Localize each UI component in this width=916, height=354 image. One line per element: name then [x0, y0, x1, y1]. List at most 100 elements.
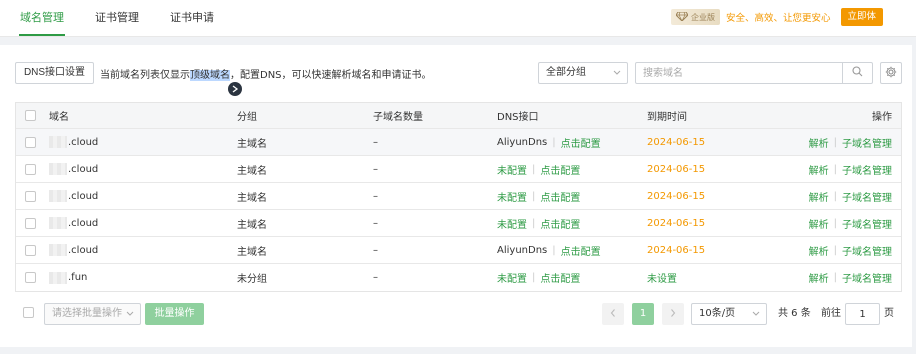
- configure-dns-link[interactable]: 点击配置: [561, 135, 601, 150]
- subdomain-count-cell: –: [373, 272, 378, 283]
- configure-dns-link[interactable]: 点击配置: [561, 243, 601, 258]
- batch-action-button[interactable]: 批量操作: [145, 303, 204, 325]
- dns-cell: 未配置 | 点击配置: [497, 210, 580, 236]
- dns-status: AliyunDns: [497, 244, 548, 256]
- separator: |: [552, 244, 556, 256]
- row-checkbox[interactable]: [25, 272, 36, 283]
- actions-cell: 解析 | 子域名管理: [809, 183, 892, 209]
- row-checkbox-cell: [25, 156, 36, 182]
- tab-certificate-management[interactable]: 证书管理: [94, 0, 140, 36]
- configure-dns-link[interactable]: 点击配置: [540, 216, 580, 231]
- table-row: .cloud 主域名 – 未配置 | 点击配置 2024-06-15 解析 | 子域名管理: [16, 210, 901, 237]
- expiry-cell: 2024-06-15: [647, 244, 706, 256]
- actions-cell: 解析 | 子域名管理: [809, 129, 892, 155]
- separator: |: [532, 272, 536, 283]
- masked-domain-prefix: [49, 271, 67, 284]
- configure-dns-link[interactable]: 点击配置: [540, 162, 580, 177]
- footer-select-all-checkbox[interactable]: [23, 307, 34, 318]
- dns-settings-button[interactable]: DNS接口设置: [15, 62, 94, 84]
- chevron-right-icon: [669, 308, 677, 321]
- header-expiry: 到期时间: [647, 112, 687, 123]
- row-checkbox[interactable]: [25, 190, 36, 202]
- group-filter-value: 全部分组: [546, 67, 586, 78]
- group-filter-select[interactable]: 全部分组: [538, 62, 628, 84]
- configure-dns-link[interactable]: 点击配置: [540, 270, 580, 285]
- configure-dns-link[interactable]: 点击配置: [540, 189, 580, 204]
- masked-domain-prefix: [49, 163, 67, 175]
- page-number-current[interactable]: 1: [632, 303, 654, 325]
- separator: |: [833, 190, 837, 202]
- table-header-row: 域名 分组 子域名数量 DNS接口 到期时间 操作: [16, 103, 901, 129]
- goto-label: 前往: [821, 308, 841, 319]
- page-size-select[interactable]: 10条/页: [691, 303, 767, 325]
- resolve-link[interactable]: 解析: [809, 270, 829, 285]
- search-button[interactable]: [842, 63, 872, 83]
- domain-name: .cloud: [68, 163, 99, 175]
- select-all-checkbox[interactable]: [25, 110, 36, 121]
- buy-now-button[interactable]: 立即体: [840, 8, 884, 26]
- page-unit: 页: [884, 308, 894, 319]
- domain-cell: .cloud: [49, 210, 98, 236]
- batch-action-placeholder: 请选择批量操作: [52, 308, 122, 319]
- row-checkbox[interactable]: [25, 244, 36, 256]
- batch-action-select[interactable]: 请选择批量操作: [44, 303, 141, 325]
- header-domain: 域名: [49, 112, 69, 123]
- dns-cell: 未配置 | 点击配置: [497, 183, 580, 209]
- group-cell: 主域名: [237, 246, 267, 258]
- actions-cell: 解析 | 子域名管理: [809, 156, 892, 182]
- dns-cell: 未配置 | 点击配置: [497, 264, 580, 291]
- settings-button[interactable]: [880, 62, 902, 84]
- subdomain-management-link[interactable]: 子域名管理: [842, 135, 892, 150]
- subdomain-management-link[interactable]: 子域名管理: [842, 216, 892, 231]
- domain-cell: .fun: [49, 264, 87, 291]
- group-cell: 未分组: [237, 274, 267, 285]
- row-checkbox[interactable]: [25, 217, 36, 229]
- masked-domain-prefix: [49, 244, 67, 256]
- dns-cell: AliyunDns | 点击配置: [497, 129, 601, 155]
- goto-page-input[interactable]: [845, 303, 880, 325]
- header-group: 分组: [237, 112, 257, 123]
- chevron-left-icon: [609, 308, 617, 321]
- page-size-value: 10条/页: [699, 308, 736, 319]
- tab-domain-management[interactable]: 域名管理: [19, 0, 65, 36]
- subdomain-count-cell: –: [373, 244, 378, 256]
- actions-cell: 解析 | 子域名管理: [809, 210, 892, 236]
- resolve-link[interactable]: 解析: [809, 162, 829, 177]
- prev-page-button[interactable]: [602, 303, 624, 325]
- separator: |: [532, 217, 536, 229]
- domain-name: .cloud: [68, 217, 99, 229]
- row-checkbox[interactable]: [25, 136, 36, 148]
- promo-banner: 企业版 安全、高效、让您更安心 立即体: [671, 8, 884, 26]
- resolve-link[interactable]: 解析: [809, 135, 829, 150]
- table-row: .fun 未分组 – 未配置 | 点击配置 未设置 解析 | 子域名管理: [16, 264, 901, 291]
- dns-cell: AliyunDns | 点击配置: [497, 237, 601, 263]
- resolve-link[interactable]: 解析: [809, 189, 829, 204]
- domain-table: 域名 分组 子域名数量 DNS接口 到期时间 操作 .cloud 主域名 – Aliy…: [15, 102, 902, 292]
- actions-cell: 解析 | 子域名管理: [809, 237, 892, 263]
- dns-status: 未配置: [497, 192, 527, 204]
- row-checkbox-cell: [25, 210, 36, 236]
- search-input[interactable]: [636, 63, 842, 83]
- resolve-link[interactable]: 解析: [809, 243, 829, 258]
- chevron-down-icon: [752, 304, 760, 332]
- hint-text: 当前域名列表仅显示顶级域名，配置DNS，可以快速解析域名和申请证书。: [100, 66, 432, 81]
- floating-assistant-icon[interactable]: [228, 82, 242, 96]
- tab-certificate-application[interactable]: 证书申请: [169, 0, 215, 36]
- hint-text-before: 当前域名列表仅显示: [100, 70, 190, 81]
- subdomain-management-link[interactable]: 子域名管理: [842, 189, 892, 204]
- subdomain-management-link[interactable]: 子域名管理: [842, 270, 892, 285]
- row-checkbox[interactable]: [25, 163, 36, 175]
- domain-list-panel: DNS接口设置 当前域名列表仅显示顶级域名，配置DNS，可以快速解析域名和申请证…: [0, 45, 912, 347]
- search-icon: [852, 66, 863, 80]
- dns-status: 未配置: [497, 165, 527, 177]
- resolve-link[interactable]: 解析: [809, 216, 829, 231]
- total-count: 共 6 条: [778, 308, 811, 319]
- dns-cell: 未配置 | 点击配置: [497, 156, 580, 182]
- subdomain-management-link[interactable]: 子域名管理: [842, 243, 892, 258]
- enterprise-badge-label: 企业版: [691, 12, 715, 22]
- next-page-button[interactable]: [662, 303, 684, 325]
- diamond-icon: [675, 11, 689, 23]
- table-row: .cloud 主域名 – 未配置 | 点击配置 2024-06-15 解析 | 子域名管理: [16, 156, 901, 183]
- subdomain-management-link[interactable]: 子域名管理: [842, 162, 892, 177]
- table-row: .cloud 主域名 – 未配置 | 点击配置 2024-06-15 解析 | 子域名管理: [16, 183, 901, 210]
